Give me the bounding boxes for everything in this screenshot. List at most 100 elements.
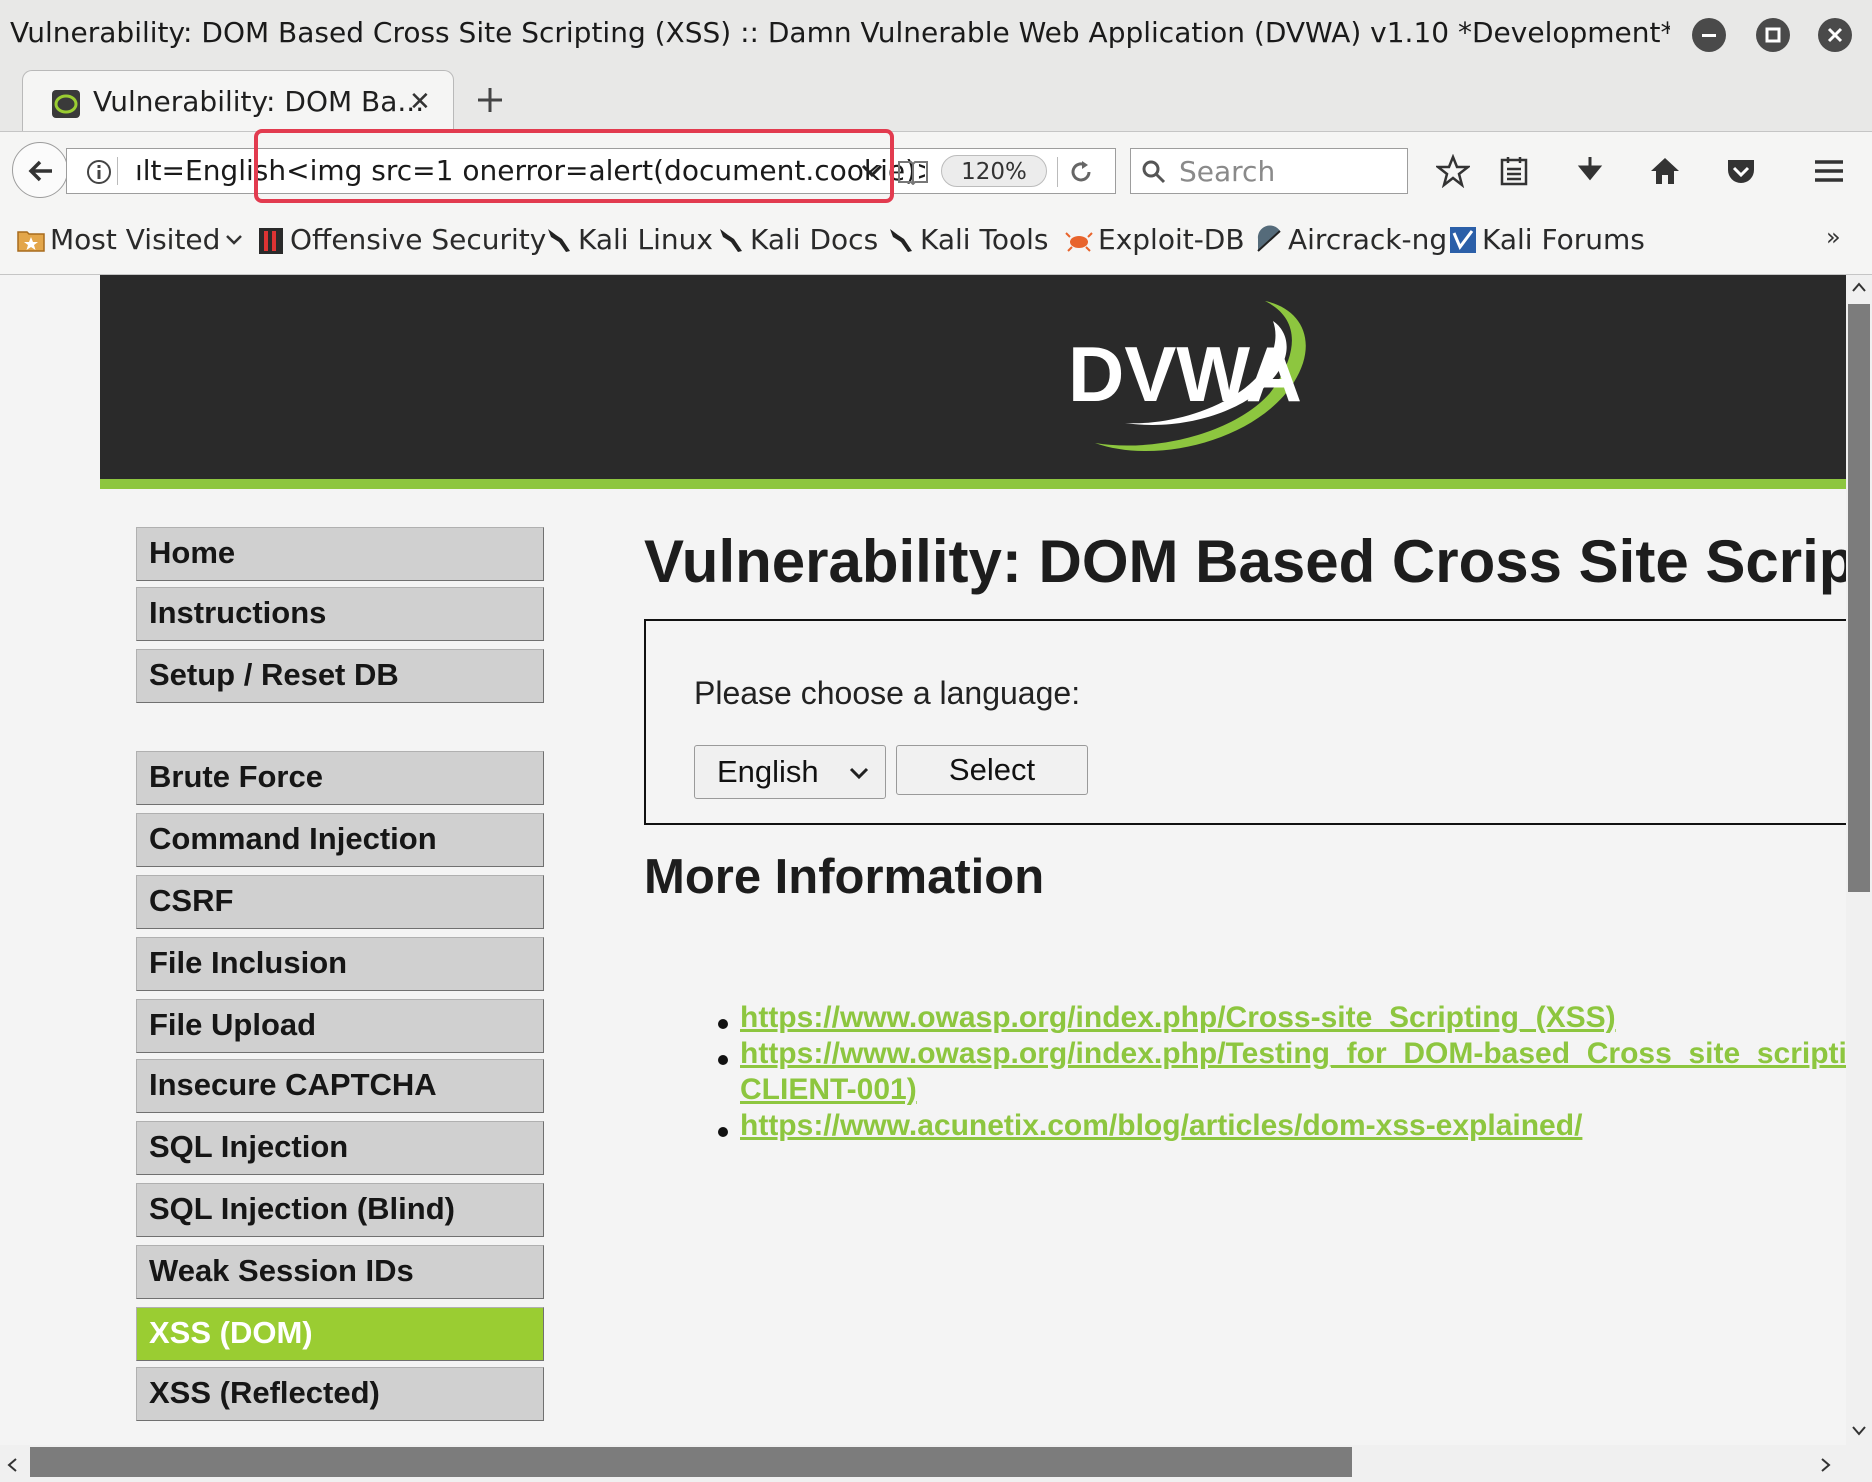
reader-view-icon[interactable] xyxy=(897,159,929,185)
maximize-icon xyxy=(1765,27,1781,43)
home-icon[interactable] xyxy=(1648,154,1682,188)
owasp-xss-link[interactable]: https://www.owasp.org/index.php/Cross-si… xyxy=(740,1001,1616,1035)
owasp-dom-xss-testing-link-cont[interactable]: CLIENT-001) xyxy=(740,1073,917,1107)
search-icon xyxy=(1142,160,1166,184)
bookmarks-overflow-button[interactable]: » xyxy=(1826,223,1841,251)
menu-item-brute-force[interactable]: Brute Force xyxy=(136,751,544,805)
hamburger-menu-icon[interactable] xyxy=(1812,154,1846,188)
aircrack-icon xyxy=(1257,224,1281,252)
menu-item-insecure-captcha[interactable]: Insecure CAPTCHA xyxy=(136,1059,544,1113)
bookmark-kali-docs[interactable]: Kali Docs xyxy=(716,223,878,256)
dvwa-favicon-icon xyxy=(52,90,80,118)
pocket-icon[interactable] xyxy=(1724,154,1758,188)
url-highlight-annotation xyxy=(254,129,894,203)
bookmark-label: Kali Docs xyxy=(750,223,879,256)
bookmark-aircrack-ng[interactable]: Aircrack-ng xyxy=(1254,223,1447,256)
star-folder-icon xyxy=(17,230,45,252)
more-information-heading: More Information xyxy=(644,850,1045,904)
scroll-left-icon[interactable] xyxy=(6,1457,18,1473)
menu-item-weak-session-ids[interactable]: Weak Session IDs xyxy=(136,1245,544,1299)
bookmark-label: Exploit-DB xyxy=(1098,223,1245,256)
minimize-icon xyxy=(1702,34,1716,37)
site-info-icon[interactable] xyxy=(85,158,113,186)
back-arrow-icon xyxy=(28,160,52,182)
bookmark-label: Most Visited xyxy=(50,223,221,256)
page-title: Vulnerability: DOM Based Cross Site Scri… xyxy=(644,528,1846,595)
bookmark-kali-tools[interactable]: Kali Tools xyxy=(886,223,1048,256)
bookmark-most-visited[interactable]: Most Visited xyxy=(16,223,244,256)
menu-item-xss-dom[interactable]: XSS (DOM) xyxy=(136,1307,544,1361)
chevron-down-icon xyxy=(226,234,243,245)
bookmark-label: Offensive Security xyxy=(290,223,547,256)
language-form: Please choose a language: English Select xyxy=(644,619,1846,825)
search-input[interactable]: Search xyxy=(1179,155,1275,188)
kali-dragon-icon xyxy=(890,228,912,252)
new-tab-icon[interactable] xyxy=(472,82,508,118)
menu-item-sql-injection[interactable]: SQL Injection xyxy=(136,1121,544,1175)
bookmark-offensive-security[interactable]: Offensive Security xyxy=(256,223,546,256)
back-button[interactable] xyxy=(12,142,68,198)
list-bullet xyxy=(718,1127,728,1137)
reload-icon[interactable] xyxy=(1067,158,1095,186)
bookmark-exploit-db[interactable]: Exploit-DB xyxy=(1064,223,1245,256)
acunetix-dom-xss-link[interactable]: https://www.acunetix.com/blog/articles/d… xyxy=(740,1109,1582,1143)
close-icon xyxy=(1827,27,1843,43)
scroll-right-icon[interactable] xyxy=(1820,1457,1832,1473)
scrollbar-corner xyxy=(1846,1445,1872,1482)
window-title: Vulnerability: DOM Based Cross Site Scri… xyxy=(10,16,1670,49)
bookmark-label: Kali Forums xyxy=(1482,223,1645,256)
menu-item-instructions[interactable]: Instructions xyxy=(136,587,544,641)
main-content-area: Home Instructions Setup / Reset DB Brute… xyxy=(100,489,1846,1445)
search-bar[interactable]: Search xyxy=(1130,148,1408,194)
reload-separator xyxy=(1057,157,1058,187)
exploitdb-icon xyxy=(1065,231,1093,252)
bookmark-label: Kali Tools xyxy=(920,223,1049,256)
menu-item-setup-reset-db[interactable]: Setup / Reset DB xyxy=(136,649,544,703)
page-viewport: DVWA Home Instructions Setup / Reset DB … xyxy=(0,275,1846,1445)
kali-forums-icon xyxy=(1450,226,1476,253)
url-separator xyxy=(117,157,118,185)
close-window-button[interactable] xyxy=(1818,18,1852,52)
window-titlebar: Vulnerability: DOM Based Cross Site Scri… xyxy=(0,0,1872,72)
menu-item-home[interactable]: Home xyxy=(136,527,544,581)
bookmark-kali-forums[interactable]: Kali Forums xyxy=(1448,223,1645,256)
language-select-value: English xyxy=(717,754,819,789)
minimize-button[interactable] xyxy=(1692,18,1726,52)
language-select[interactable]: English xyxy=(694,745,886,799)
offsec-icon xyxy=(259,227,283,254)
menu-item-csrf[interactable]: CSRF xyxy=(136,875,544,929)
tab-title: Vulnerability: DOM Ba... xyxy=(93,85,425,118)
chevron-down-icon xyxy=(849,767,869,780)
list-bullet xyxy=(718,1055,728,1065)
scroll-down-icon[interactable] xyxy=(1851,1425,1867,1437)
browser-tab[interactable]: Vulnerability: DOM Ba... ✕ xyxy=(22,70,454,132)
bookmark-star-icon[interactable] xyxy=(1436,154,1470,188)
menu-item-xss-reflected[interactable]: XSS (Reflected) xyxy=(136,1367,544,1421)
bookmark-label: Aircrack-ng xyxy=(1288,223,1448,256)
select-button[interactable]: Select xyxy=(896,745,1088,795)
scroll-up-icon[interactable] xyxy=(1851,281,1867,293)
bookmarks-toolbar: Most Visited Offensive Security Kali Lin… xyxy=(0,209,1872,275)
bookmarks-list-icon[interactable] xyxy=(1498,154,1530,188)
page-margin xyxy=(0,275,100,1445)
dvwa-header: DVWA xyxy=(100,275,1846,489)
menu-item-command-injection[interactable]: Command Injection xyxy=(136,813,544,867)
bookmark-kali-linux[interactable]: Kali Linux xyxy=(544,223,713,256)
dvwa-logo-text: DVWA xyxy=(1068,330,1302,418)
maximize-button[interactable] xyxy=(1756,18,1790,52)
vertical-scroll-thumb[interactable] xyxy=(1848,304,1870,892)
download-icon[interactable] xyxy=(1574,154,1606,188)
menu-item-file-upload[interactable]: File Upload xyxy=(136,999,544,1053)
owasp-dom-xss-testing-link[interactable]: https://www.owasp.org/index.php/Testing_… xyxy=(740,1037,1846,1071)
menu-item-sql-injection-blind[interactable]: SQL Injection (Blind) xyxy=(136,1183,544,1237)
list-bullet xyxy=(718,1019,728,1029)
tab-close-icon[interactable]: ✕ xyxy=(409,87,431,117)
kali-dragon-icon xyxy=(548,228,570,252)
language-label: Please choose a language: xyxy=(694,675,1081,711)
kali-dragon-icon xyxy=(720,228,742,252)
dvwa-logo: DVWA xyxy=(1068,301,1306,452)
zoom-level-badge[interactable]: 120% xyxy=(941,155,1047,187)
horizontal-scroll-thumb[interactable] xyxy=(30,1447,1352,1477)
bookmark-label: Kali Linux xyxy=(578,223,713,256)
menu-item-file-inclusion[interactable]: File Inclusion xyxy=(136,937,544,991)
